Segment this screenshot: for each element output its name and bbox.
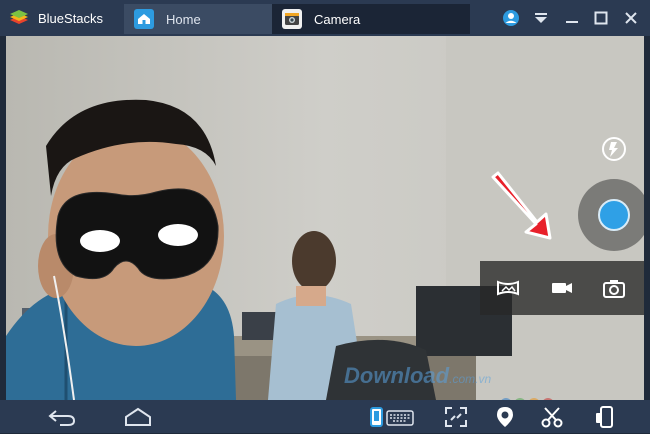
home-outline-icon[interactable] xyxy=(122,405,154,429)
minimize-icon[interactable] xyxy=(561,7,583,29)
camera-viewfinder[interactable]: Download.com.vn xyxy=(6,36,644,400)
bottom-nav-bar xyxy=(0,400,650,433)
panorama-icon[interactable] xyxy=(494,274,522,302)
device-rotate-icon[interactable] xyxy=(594,405,618,429)
watermark-sub: .com.vn xyxy=(449,372,492,386)
back-icon[interactable] xyxy=(46,405,78,429)
flash-toggle-icon[interactable] xyxy=(599,134,629,164)
video-camera-icon[interactable] xyxy=(548,274,576,302)
tab-camera[interactable]: Camera xyxy=(272,4,470,34)
watermark: Download.com.vn xyxy=(344,363,491,389)
brand-name: BlueStacks xyxy=(38,10,104,26)
photo-camera-icon[interactable] xyxy=(600,274,628,302)
bluestacks-logo-icon xyxy=(8,8,30,28)
tab-home-label: Home xyxy=(166,11,201,27)
location-icon[interactable] xyxy=(493,405,517,429)
brand: BlueStacks xyxy=(8,7,103,29)
tab-camera-label: Camera xyxy=(314,11,361,27)
scissors-icon[interactable] xyxy=(540,405,564,429)
camera-preview-image xyxy=(6,36,644,400)
close-icon[interactable] xyxy=(620,7,642,29)
shutter-button[interactable] xyxy=(598,199,630,231)
account-icon[interactable] xyxy=(500,7,522,29)
camera-mode-bar xyxy=(480,261,644,315)
fullscreen-icon[interactable] xyxy=(442,405,470,429)
maximize-icon[interactable] xyxy=(590,7,612,29)
home-icon xyxy=(134,9,154,29)
tab-home[interactable]: Home xyxy=(124,4,272,34)
title-bar: BlueStacks Home Camera xyxy=(0,0,650,36)
watermark-main: Download xyxy=(344,363,450,388)
menu-dropdown-icon[interactable] xyxy=(530,7,552,29)
camera-app-icon xyxy=(282,9,302,29)
keyboard-toggle-icon[interactable] xyxy=(368,405,416,429)
